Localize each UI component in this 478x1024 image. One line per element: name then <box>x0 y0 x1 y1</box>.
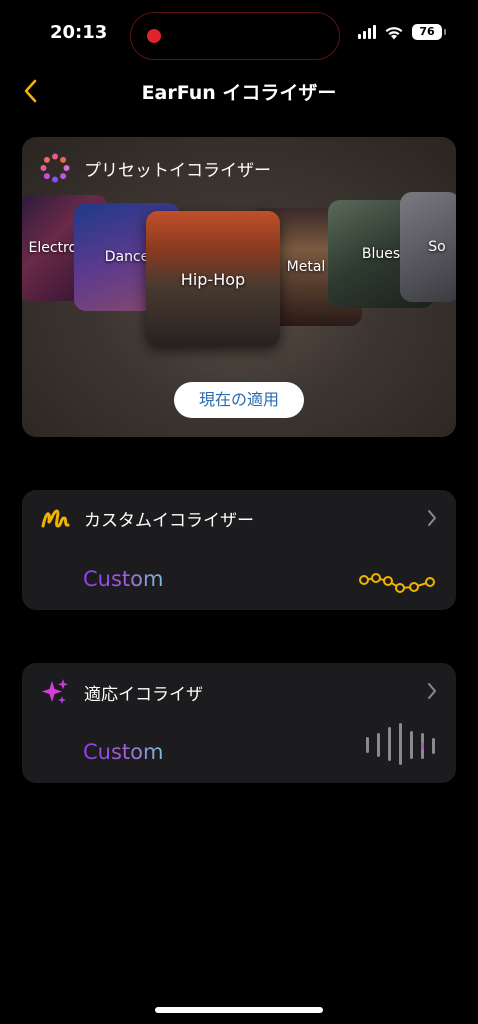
preset-tile-label: Dance <box>104 249 150 265</box>
squiggle-icon <box>41 509 70 528</box>
preset-tile-hip-hop[interactable]: Hip-Hop <box>146 211 280 347</box>
preset-eq-card: プリセットイコライザー Electronic Dance Metal Blues… <box>22 137 456 437</box>
sparkles-icon <box>42 679 68 704</box>
battery-icon: 76 <box>412 24 446 40</box>
adaptive-eq-value: Custom <box>83 740 164 764</box>
apply-current-button[interactable]: 現在の適用 <box>174 382 304 418</box>
preset-tile-soul[interactable]: So <box>400 192 456 302</box>
status-icons: 76 <box>358 24 446 40</box>
chevron-right-icon <box>428 510 436 526</box>
preset-tile-label: Hip-Hop <box>180 269 246 289</box>
page-title: EarFun イコライザー <box>141 82 337 104</box>
preset-tile-label: Metal <box>286 259 326 275</box>
status-bar: 20:13 76 <box>0 0 478 70</box>
wifi-icon <box>385 26 403 39</box>
preset-tile-label: Blues <box>361 246 401 262</box>
dynamic-island <box>130 12 340 60</box>
waveform-icon <box>366 723 435 765</box>
adaptive-eq-title: 適応イコライザ <box>84 684 203 705</box>
custom-eq-card[interactable]: カスタムイコライザー Custom <box>22 490 456 610</box>
custom-eq-value: Custom <box>83 567 164 591</box>
preset-eq-header: プリセットイコライザー <box>40 153 271 183</box>
eq-curve-icon <box>359 573 435 593</box>
adaptive-eq-header: 適応イコライザ <box>40 677 203 707</box>
preset-dots-icon <box>40 153 70 183</box>
custom-eq-title: カスタムイコライザー <box>84 510 254 531</box>
custom-eq-header: カスタムイコライザー <box>40 504 254 532</box>
preset-eq-title: プリセットイコライザー <box>84 160 271 181</box>
preset-tile-label: So <box>428 239 446 255</box>
recording-indicator-icon <box>147 29 161 43</box>
cellular-signal-icon <box>358 25 376 39</box>
adaptive-eq-card[interactable]: 適応イコライザ Custom <box>22 663 456 783</box>
preset-carousel[interactable]: Electronic Dance Metal Blues So Hip-Hop <box>22 192 456 352</box>
chevron-right-icon <box>428 683 436 699</box>
status-time: 20:13 <box>50 22 108 43</box>
home-indicator[interactable] <box>155 1007 323 1013</box>
